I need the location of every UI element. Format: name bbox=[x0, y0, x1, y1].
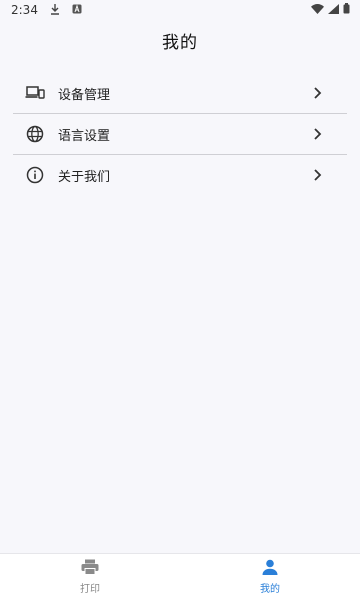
signal-icon bbox=[328, 3, 339, 17]
chevron-right-icon bbox=[311, 125, 325, 143]
nav-tab-label: 打印 bbox=[80, 584, 100, 595]
menu-item-about-us[interactable]: 关于我们 bbox=[13, 155, 347, 195]
menu-item-label: 设备管理 bbox=[58, 87, 111, 103]
page-title: 我的 bbox=[162, 33, 198, 53]
nav-tab-label: 我的 bbox=[260, 584, 280, 595]
a-badge-icon bbox=[72, 3, 82, 17]
info-icon bbox=[24, 164, 46, 186]
nav-tab-mine[interactable]: 我的 bbox=[180, 554, 360, 600]
battery-icon bbox=[343, 3, 350, 17]
status-bar: 2:34 bbox=[0, 0, 360, 20]
menu-item-device-management[interactable]: 设备管理 bbox=[13, 73, 347, 114]
devices-icon bbox=[24, 82, 46, 104]
status-right bbox=[311, 3, 350, 17]
settings-menu: 设备管理 语言设置 关于我们 bbox=[13, 73, 347, 195]
nav-tab-print[interactable]: 打印 bbox=[0, 554, 180, 600]
status-time: 2:34 bbox=[11, 3, 38, 17]
globe-icon bbox=[24, 123, 46, 145]
menu-item-label: 关于我们 bbox=[58, 169, 111, 185]
printer-icon bbox=[81, 559, 99, 580]
person-icon bbox=[262, 559, 278, 580]
status-left: 2:34 bbox=[11, 3, 82, 18]
wifi-icon bbox=[311, 3, 324, 17]
download-icon bbox=[50, 3, 60, 18]
bottom-nav: 打印 我的 bbox=[0, 553, 360, 600]
chevron-right-icon bbox=[311, 166, 325, 184]
menu-item-label: 语言设置 bbox=[58, 128, 111, 144]
menu-item-language-settings[interactable]: 语言设置 bbox=[13, 114, 347, 155]
chevron-right-icon bbox=[311, 84, 325, 102]
